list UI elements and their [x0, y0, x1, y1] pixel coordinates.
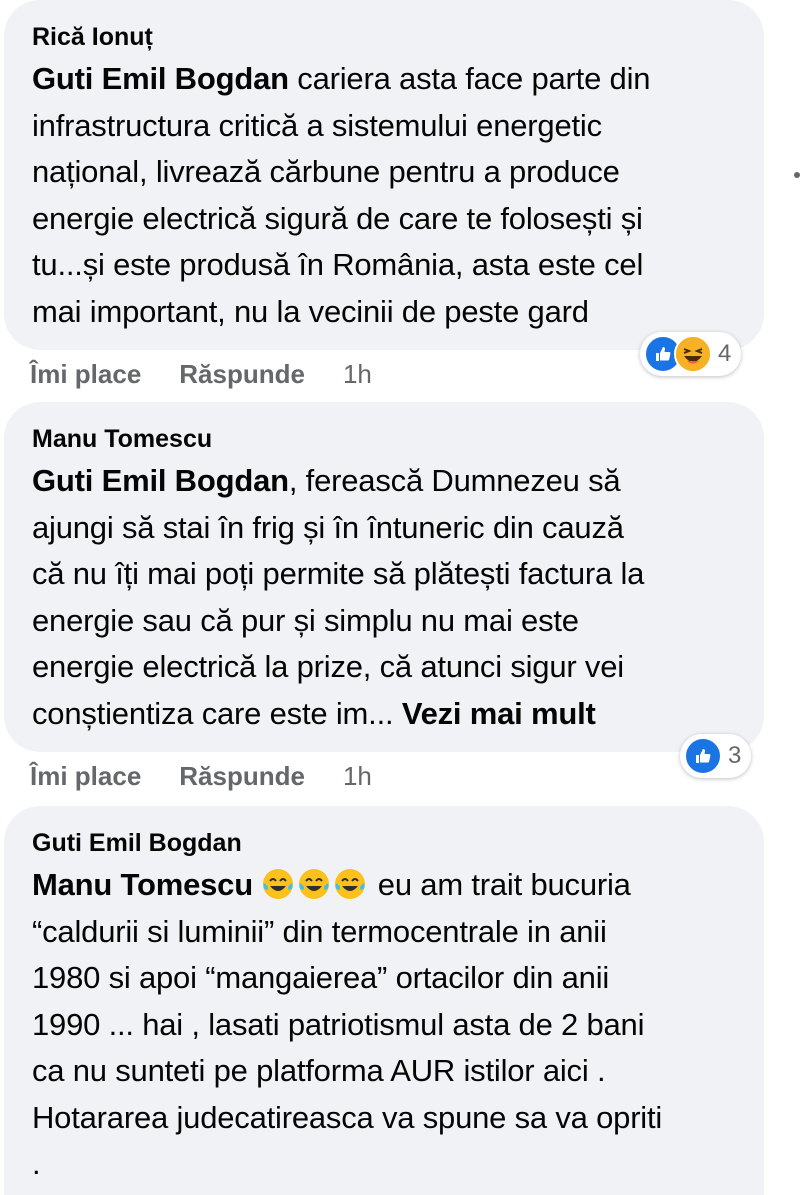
- reaction-summary[interactable]: 4: [640, 332, 742, 376]
- tears-of-joy-emoji: [261, 867, 295, 901]
- comment-actions: Îmi place Răspunde 1h: [30, 356, 372, 392]
- mention-link[interactable]: Manu Tomescu: [32, 867, 253, 902]
- like-button[interactable]: Îmi place: [30, 761, 141, 792]
- comment-line: energie electrică la prize, că atunci si…: [32, 649, 624, 684]
- mention-link[interactable]: Guti Emil Bogdan: [32, 61, 289, 96]
- like-icon: [684, 737, 722, 775]
- mention-link[interactable]: Guti Emil Bogdan: [32, 463, 289, 498]
- timestamp[interactable]: 1h: [343, 761, 372, 792]
- comment-line: .: [32, 1146, 41, 1181]
- reply-button[interactable]: Răspunde: [179, 761, 305, 792]
- like-button[interactable]: Îmi place: [30, 359, 141, 390]
- tears-of-joy-emoji: [297, 867, 331, 901]
- comment-line: 1980 si apoi “mangaierea” ortacilor din …: [32, 960, 610, 995]
- haha-icon: [674, 335, 712, 373]
- timestamp[interactable]: 1h: [343, 359, 372, 390]
- reaction-count: 3: [728, 742, 742, 769]
- tears-of-joy-emoji: [333, 867, 367, 901]
- comment-line: “caldurii si luminii” din termocentrale …: [32, 913, 607, 949]
- comment-author[interactable]: Manu Tomescu: [32, 424, 738, 454]
- comment-bubble: Guti Emil Bogdan Manu Tomescu eu am trai…: [4, 806, 764, 1195]
- comment-bubble: Rică Ionuț Guti Emil Bogdan cariera asta…: [4, 0, 764, 350]
- comment-line: 1990 ... hai , lasati patriotismul asta …: [32, 1006, 645, 1042]
- comment-line: , ferească Dumnezeu să: [288, 463, 621, 498]
- comment-line: tu...și este produsă în România, asta es…: [32, 247, 644, 282]
- comment-line: eu am trait bucuria: [369, 867, 631, 902]
- comment-bubble: Manu Tomescu Guti Emil Bogdan, ferească …: [4, 402, 764, 752]
- comment-text: Guti Emil Bogdan, ferească Dumnezeu să a…: [32, 458, 738, 737]
- comment-line: național, livrează cărbune pentru a prod…: [32, 154, 620, 189]
- comment-line: cariera asta face parte din: [288, 61, 651, 96]
- more-options-icon[interactable]: [794, 172, 800, 178]
- comment-line: ca nu sunteti pe platforma AUR istilor a…: [32, 1053, 606, 1088]
- comment-line: energie sau că pur și simplu nu mai este: [32, 602, 579, 638]
- comment-line: ajungi să stai în frig și în întuneric d…: [32, 509, 624, 545]
- comment-text: Guti Emil Bogdan cariera asta face parte…: [32, 56, 738, 335]
- see-more-link[interactable]: Vezi mai mult: [402, 696, 596, 731]
- reply-button[interactable]: Răspunde: [179, 359, 305, 390]
- reaction-summary[interactable]: 3: [680, 734, 752, 778]
- comment-line: infrastructura critică a sistemului ener…: [32, 107, 602, 143]
- comment-author[interactable]: Guti Emil Bogdan: [32, 828, 738, 858]
- comment-author[interactable]: Rică Ionuț: [32, 22, 738, 52]
- comment-line: că nu îți mai poți permite să plătești f…: [32, 556, 645, 591]
- comment-line: energie electrică sigură de care te folo…: [32, 200, 643, 236]
- comment-text: Manu Tomescu eu am trait bucuria “caldur…: [32, 862, 738, 1188]
- comment-actions: Îmi place Răspunde 1h: [30, 758, 372, 794]
- comment-line: mai important, nu la vecinii de peste ga…: [32, 293, 589, 329]
- comment-line: Hotararea judecatireasca va spune sa va …: [32, 1099, 663, 1135]
- comment-line: conștientiza care este im...: [32, 695, 402, 731]
- reaction-count: 4: [718, 340, 732, 367]
